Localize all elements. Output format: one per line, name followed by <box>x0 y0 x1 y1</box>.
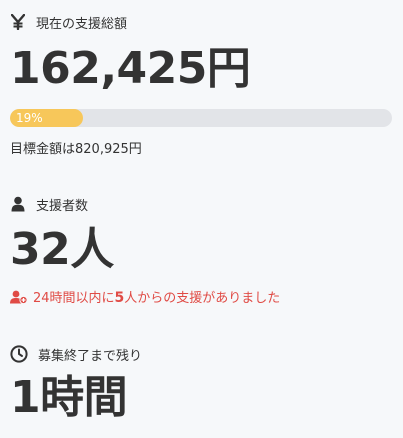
supporters-section: 支援者数 <box>10 192 393 216</box>
progress-percent: 19% <box>16 111 43 125</box>
recent-supporters-notice: 24時間以内に5人からの支援がありました <box>10 287 280 306</box>
recent-number: 5 <box>114 290 125 306</box>
user-plus-icon <box>10 290 28 304</box>
remaining-time: 1時間 <box>10 372 128 423</box>
clock-icon <box>10 345 28 363</box>
supporters-label-row: 支援者数 <box>10 192 393 216</box>
yen-icon <box>10 13 26 31</box>
remaining-section: 募集終了まで残り <box>10 342 393 366</box>
funding-label: 現在の支援総額 <box>36 16 128 32</box>
recent-prefix: 24時間以内に <box>33 291 115 306</box>
supporters-label: 支援者数 <box>36 198 89 214</box>
goal-amount: 目標金額は820,925円 <box>10 142 142 157</box>
funding-amount: 162,425円 <box>10 43 251 94</box>
recent-suffix: 人からの支援がありました <box>124 291 281 306</box>
supporters-count: 32人 <box>10 224 114 275</box>
funding-label-row: 現在の支援総額 <box>10 10 393 34</box>
remaining-label: 募集終了まで残り <box>38 348 143 364</box>
progress-bar: 19% <box>10 109 392 127</box>
person-icon <box>10 195 26 213</box>
remaining-label-row: 募集終了まで残り <box>10 342 393 366</box>
funding-section: 現在の支援総額 <box>10 10 393 34</box>
